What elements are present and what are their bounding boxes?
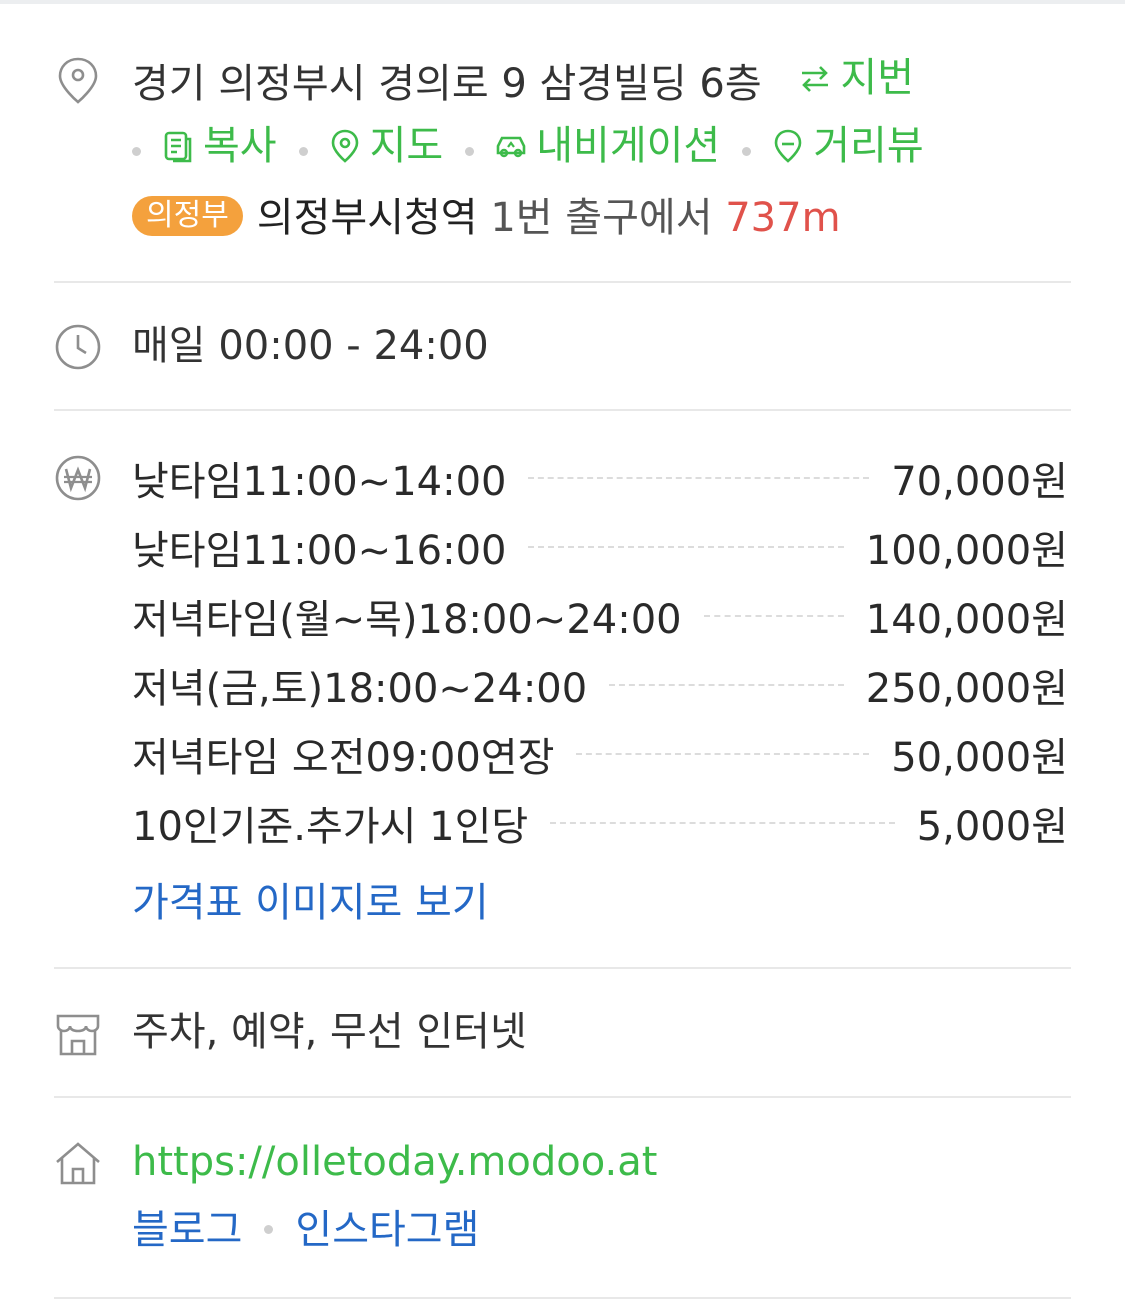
car-icon bbox=[496, 136, 526, 158]
address-line: 경기 의정부시 경의로 9 삼경빌딩 6층 지번 bbox=[132, 54, 936, 108]
price-value: 250,000원 bbox=[865, 666, 1068, 712]
map-pin-icon bbox=[331, 129, 358, 163]
home-icon bbox=[52, 1138, 104, 1190]
price-value: 140,000원 bbox=[865, 597, 1068, 643]
clock-icon bbox=[52, 321, 104, 373]
amenities-list: 주차, 예약, 무선 인터넷 bbox=[132, 1009, 527, 1055]
separator-dot bbox=[132, 146, 141, 156]
copy-button[interactable]: 복사 bbox=[159, 122, 277, 170]
separator-dot bbox=[298, 146, 308, 156]
instagram-link[interactable]: 인스타그램 bbox=[295, 1207, 479, 1253]
top-divider bbox=[0, 0, 1125, 4]
price-row: 낮타임11:00~16:00 100,000원 bbox=[132, 523, 1068, 574]
price-leader bbox=[609, 684, 844, 686]
price-name: 낮타임11:00~14:00 bbox=[132, 459, 507, 505]
navigation-button[interactable]: 내비게이션 bbox=[492, 122, 720, 170]
store-icon bbox=[52, 1008, 104, 1060]
price-value: 100,000원 bbox=[865, 528, 1068, 574]
location-pin-icon bbox=[52, 54, 104, 106]
blog-link[interactable]: 블로그 bbox=[132, 1207, 242, 1253]
price-value: 5,000원 bbox=[916, 804, 1068, 850]
station-distance: 737m bbox=[725, 195, 841, 241]
jibun-toggle-button[interactable]: 지번 bbox=[796, 54, 914, 102]
section-divider bbox=[54, 1297, 1071, 1299]
price-name: 저녁타임 오전09:00연장 bbox=[132, 735, 555, 781]
subway-line-badge: 의정부 bbox=[132, 196, 243, 236]
map-button[interactable]: 지도 bbox=[326, 122, 444, 170]
map-label: 지도 bbox=[369, 123, 444, 169]
won-currency-icon bbox=[52, 452, 104, 504]
swap-arrows-icon bbox=[802, 66, 829, 92]
price-row: 낮타임11:00~14:00 70,000원 bbox=[132, 454, 1068, 505]
address-text: 경기 의정부시 경의로 9 삼경빌딩 6층 bbox=[132, 61, 762, 107]
section-divider bbox=[54, 409, 1071, 411]
social-links: 블로그 인스타그램 bbox=[132, 1206, 479, 1254]
section-divider bbox=[54, 281, 1071, 283]
copy-icon bbox=[164, 131, 192, 163]
price-leader bbox=[703, 615, 844, 617]
price-leader bbox=[528, 546, 844, 548]
section-divider bbox=[54, 967, 1071, 969]
copy-label: 복사 bbox=[203, 123, 277, 169]
separator-dot bbox=[465, 146, 475, 156]
streetview-pin-icon bbox=[774, 129, 802, 163]
jibun-label: 지번 bbox=[840, 55, 915, 101]
price-leader bbox=[528, 477, 870, 479]
price-row: 10인기준.추가시 1인당 5,000원 bbox=[132, 799, 1068, 850]
streetview-button[interactable]: 거리뷰 bbox=[769, 122, 924, 170]
station-name: 의정부시청역 bbox=[256, 195, 478, 241]
view-price-image-link[interactable]: 가격표 이미지로 보기 bbox=[132, 879, 489, 927]
address-actions: 복사 지도 내비게이션 거리뷰 bbox=[132, 122, 946, 176]
subway-info: 의정부 의정부시청역 1번 출구에서 737m bbox=[132, 194, 841, 242]
website-link[interactable]: https://olletoday.modoo.at bbox=[132, 1138, 657, 1186]
separator-dot bbox=[264, 1224, 274, 1234]
section-divider bbox=[54, 1096, 1071, 1098]
business-hours: 매일 00:00 - 24:00 bbox=[132, 323, 489, 369]
price-row: 저녁(금,토)18:00~24:00 250,000원 bbox=[132, 661, 1068, 712]
price-name: 저녁(금,토)18:00~24:00 bbox=[132, 666, 588, 712]
streetview-label: 거리뷰 bbox=[813, 123, 924, 169]
station-exit: 1번 출구에서 bbox=[490, 195, 713, 241]
price-name: 저녁타임(월~목)18:00~24:00 bbox=[132, 597, 682, 643]
price-name: 낮타임11:00~16:00 bbox=[132, 528, 507, 574]
price-leader bbox=[550, 822, 895, 824]
price-row: 저녁타임 오전09:00연장 50,000원 bbox=[132, 730, 1068, 781]
price-row: 저녁타임(월~목)18:00~24:00 140,000원 bbox=[132, 592, 1068, 643]
price-value: 70,000원 bbox=[891, 459, 1068, 505]
navigation-label: 내비게이션 bbox=[536, 123, 721, 169]
separator-dot bbox=[742, 146, 752, 156]
price-value: 50,000원 bbox=[891, 735, 1068, 781]
price-name: 10인기준.추가시 1인당 bbox=[132, 804, 529, 850]
price-leader bbox=[576, 753, 870, 755]
